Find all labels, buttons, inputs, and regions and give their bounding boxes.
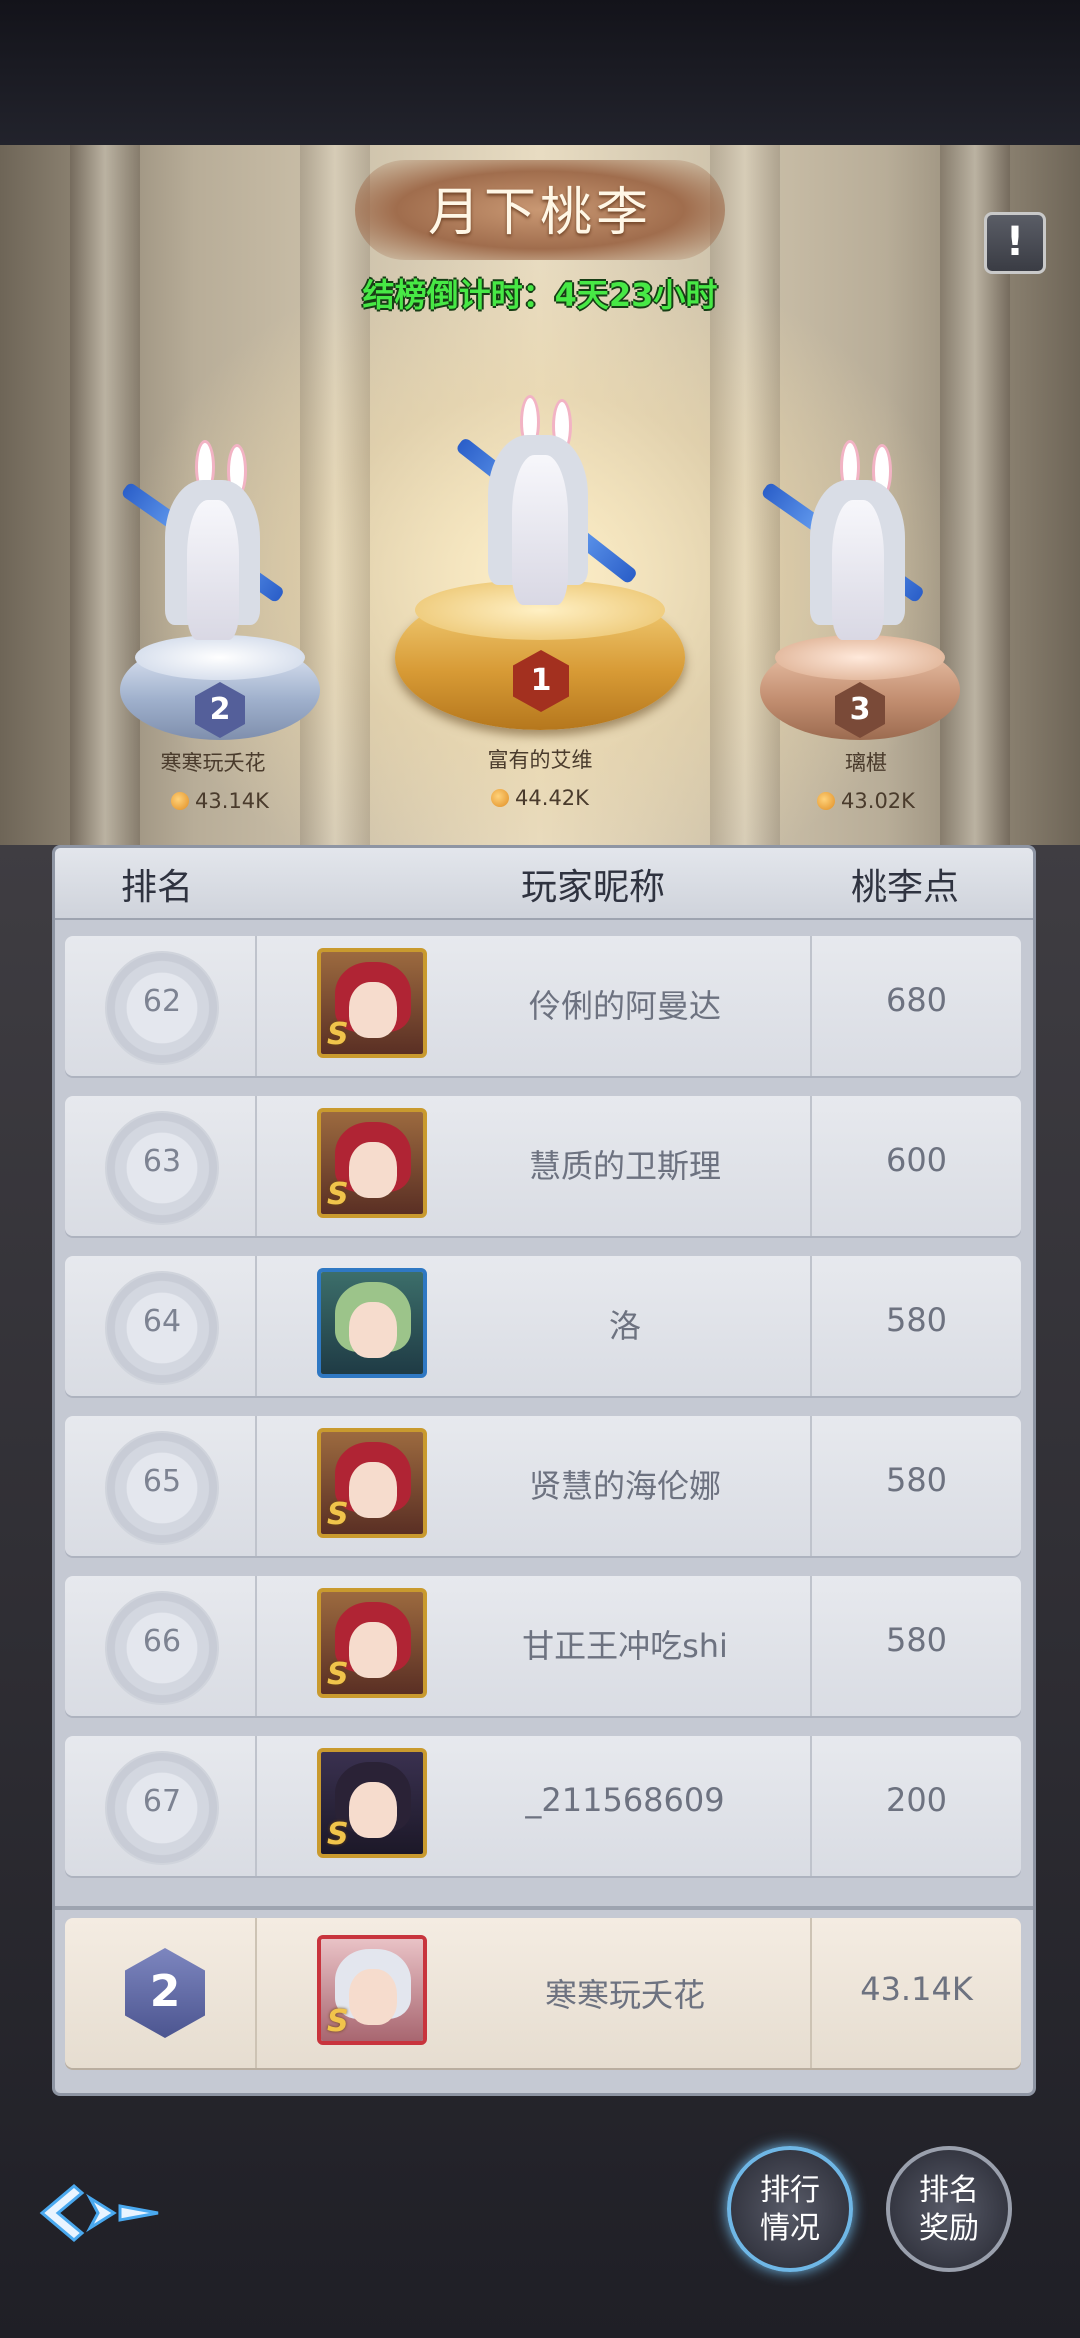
s-rank-icon: S	[327, 2004, 349, 2039]
header-nickname: 玩家昵称	[521, 867, 666, 908]
top2-name: 寒寒玩夭花	[160, 751, 266, 775]
player-points: 680	[885, 981, 948, 1019]
rank-number: 62	[142, 984, 182, 1019]
table-row[interactable]: 62 S 伶俐的阿曼达 680	[65, 936, 1021, 1076]
player-avatar[interactable]: S	[317, 948, 427, 1058]
top1-score: 44.42K	[410, 786, 670, 810]
rank-number: 65	[142, 1464, 182, 1499]
s-rank-icon: S	[327, 1177, 349, 1212]
table-row[interactable]: 67 S _211568609 200	[65, 1736, 1021, 1876]
my-avatar[interactable]: S	[317, 1935, 427, 2045]
player-points: 600	[885, 1141, 948, 1179]
header-points: 桃李点	[851, 867, 960, 908]
player-avatar[interactable]: S	[317, 1588, 427, 1698]
page-title: 月下桃李	[427, 183, 652, 243]
player-points: 580	[885, 1461, 948, 1499]
rank-number: 64	[142, 1304, 182, 1339]
player-avatar[interactable]: S	[317, 1108, 427, 1218]
s-rank-icon: S	[327, 1017, 349, 1052]
my-nickname: 寒寒玩夭花	[544, 1976, 705, 2014]
table-row[interactable]: 65 S 贤慧的海伦娜 580	[65, 1416, 1021, 1556]
player-nickname: 洛	[608, 1307, 641, 1345]
peach-points-icon	[817, 792, 836, 810]
header-rank: 排名	[121, 867, 194, 908]
rank-number: 63	[142, 1144, 182, 1179]
table-row[interactable]: 63 S 慧质的卫斯理 600	[65, 1096, 1021, 1236]
table-row[interactable]: 66 S 甘正王冲吃shi 580	[65, 1576, 1021, 1716]
player-nickname: _211568609	[525, 1781, 725, 1819]
my-points: 43.14K	[860, 1970, 973, 2008]
player-avatar[interactable]	[317, 1268, 427, 1378]
player-avatar[interactable]: S	[317, 1428, 427, 1538]
my-rank-row[interactable]: 2 S 寒寒玩夭花 43.14K	[65, 1918, 1021, 2068]
top3-score: 43.02K	[736, 789, 996, 813]
top2-character[interactable]	[120, 440, 305, 650]
top1-character[interactable]	[440, 395, 640, 615]
player-nickname: 甘正王冲吃shi	[522, 1627, 728, 1665]
player-nickname: 慧质的卫斯理	[528, 1147, 721, 1185]
back-logo-icon[interactable]	[34, 2178, 164, 2248]
top3-character[interactable]	[760, 440, 950, 650]
ranking-reward-button[interactable]: 排名 奖励	[886, 2146, 1012, 2272]
player-points: 200	[885, 1781, 948, 1819]
peach-points-icon	[491, 789, 510, 807]
player-points: 580	[885, 1301, 948, 1339]
s-rank-icon: S	[327, 1497, 349, 1532]
player-nickname: 贤慧的海伦娜	[528, 1467, 721, 1505]
my-rank-badge: 2	[125, 1948, 205, 2038]
top-bar-background	[0, 0, 1080, 145]
top2-score: 43.14K	[90, 789, 350, 813]
table-row[interactable]: 64 洛 580	[65, 1256, 1021, 1396]
countdown-timer: 结榜倒计时：4天23小时	[362, 276, 718, 314]
exclamation-icon[interactable]: !	[984, 212, 1046, 274]
player-nickname: 伶俐的阿曼达	[528, 987, 721, 1025]
peach-points-icon	[171, 792, 190, 810]
top3-name: 璃椹	[845, 751, 887, 775]
rank-number: 67	[142, 1784, 182, 1819]
rank-number: 66	[142, 1624, 182, 1659]
table-header: 排名 玩家昵称 桃李点	[55, 848, 1033, 920]
player-avatar[interactable]: S	[317, 1748, 427, 1858]
s-rank-icon: S	[327, 1657, 349, 1692]
ranking-status-button[interactable]: 排行 情况	[727, 2146, 853, 2272]
s-rank-icon: S	[327, 1817, 349, 1852]
top1-name: 富有的艾维	[487, 748, 593, 772]
player-points: 580	[885, 1621, 948, 1659]
ranking-panel: 排名 玩家昵称 桃李点 62 S 伶俐的阿曼达 680 63 S 慧质的卫斯理 …	[52, 845, 1036, 2096]
